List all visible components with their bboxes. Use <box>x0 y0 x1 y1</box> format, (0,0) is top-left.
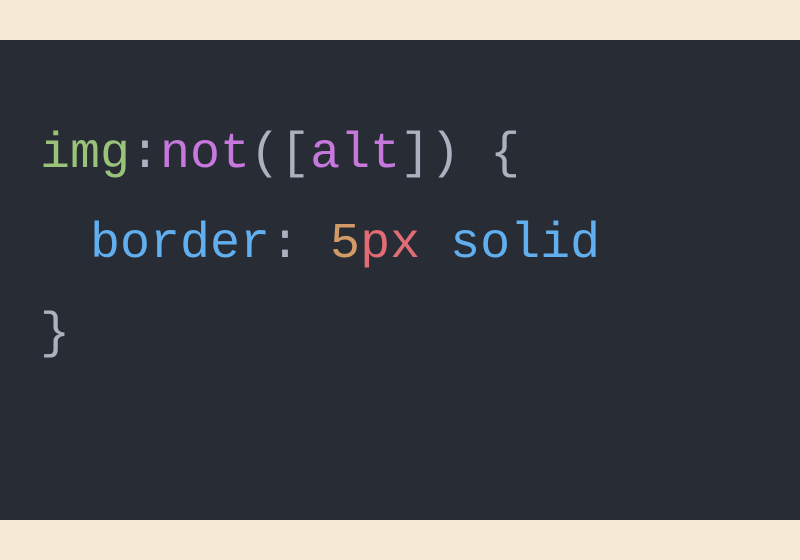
colon: : <box>130 126 160 183</box>
code-line-2: border: 5px solid <box>40 200 760 290</box>
bracket-open: [ <box>280 126 310 183</box>
code-block: img:not([alt]) { border: 5px solid } <box>0 40 800 520</box>
property: border <box>90 216 270 273</box>
code-line-1: img:not([alt]) { <box>40 110 760 200</box>
colon-space: : <box>270 216 330 273</box>
unit: px <box>360 216 420 273</box>
keyword: solid <box>450 216 600 273</box>
selector-tag: img <box>40 126 130 183</box>
code-line-3: } <box>40 290 760 380</box>
brace-open: { <box>460 126 520 183</box>
pseudo-class: not <box>160 126 250 183</box>
number: 5 <box>330 216 360 273</box>
paren-close: ) <box>430 126 460 183</box>
bracket-close: ] <box>400 126 430 183</box>
brace-close: } <box>40 306 70 363</box>
space <box>420 216 450 273</box>
paren-open: ( <box>250 126 280 183</box>
attribute: alt <box>310 126 400 183</box>
